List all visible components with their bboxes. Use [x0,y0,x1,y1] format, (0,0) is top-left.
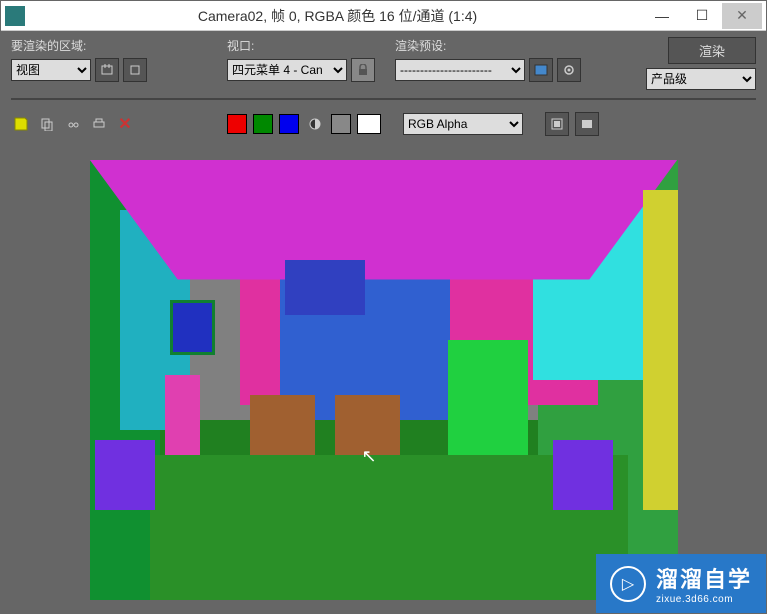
red-channel-swatch[interactable] [227,114,247,134]
region-crop-icon[interactable] [123,58,147,82]
viewport-label: 视口: [227,37,375,54]
window-title: Camera02, 帧 0, RGBA 颜色 16 位/通道 (1:4) [33,6,642,26]
clone-icon[interactable] [63,114,83,134]
alpha-toggle-icon[interactable] [305,114,325,134]
render-window: Camera02, 帧 0, RGBA 颜色 16 位/通道 (1:4) — ☐… [0,0,767,614]
close-button[interactable]: ✕ [722,3,762,29]
green-channel-swatch[interactable] [253,114,273,134]
toolbar-separator [11,98,756,100]
titlebar: Camera02, 帧 0, RGBA 颜色 16 位/通道 (1:4) — ☐… [1,1,766,31]
region-lock-icon[interactable] [95,58,119,82]
preset-image-icon[interactable] [529,58,553,82]
app-icon [5,6,25,26]
render-preview[interactable]: ↖ [90,160,678,600]
chair [250,395,315,455]
white-swatch[interactable] [357,114,381,134]
render-area-section: 要渲染的区域: 视图 [11,37,147,82]
render-output-section: 渲染 产品级 [646,37,756,90]
viewport-area: ↖ ▷ 溜溜自学 zixue.3d66.com [1,146,766,613]
viewport-select[interactable]: 四元菜单 4 - Can [227,59,347,81]
preset-label: 渲染预设: [395,37,581,54]
clear-icon[interactable]: ✕ [115,114,135,134]
watermark-title: 溜溜自学 [656,562,752,594]
cabinet [165,375,200,455]
chair [335,395,400,455]
lamp [553,440,613,510]
settings-icon[interactable] [557,58,581,82]
chandelier [285,260,365,315]
ceiling [90,160,678,280]
toolbar-area: 要渲染的区域: 视图 视口: 四元 [1,31,766,146]
blue-channel-swatch[interactable] [279,114,299,134]
window-controls: — ☐ ✕ [642,3,762,29]
render-scene [90,160,678,600]
preset-section: 渲染预设: ----------------------- [395,37,581,82]
display-mode-a-icon[interactable] [545,112,569,136]
save-icon[interactable] [11,114,31,134]
channel-select[interactable]: RGB Alpha [403,113,523,135]
curtain [643,190,678,510]
picture-frame [170,300,215,355]
watermark: ▷ 溜溜自学 zixue.3d66.com [596,554,766,613]
toolbar-row-2: ✕ RGB Alpha [11,108,756,140]
toolbar-row-1: 要渲染的区域: 视图 视口: 四元 [11,37,756,90]
render-area-label: 要渲染的区域: [11,37,147,54]
preset-select[interactable]: ----------------------- [395,59,525,81]
output-select[interactable]: 产品级 [646,68,756,90]
play-icon: ▷ [610,566,646,602]
render-area-select[interactable]: 视图 [11,59,91,81]
maximize-button[interactable]: ☐ [682,3,722,29]
lock-icon[interactable] [351,58,375,82]
print-icon[interactable] [89,114,109,134]
side-panel [448,340,528,455]
minimize-button[interactable]: — [642,3,682,29]
viewport-section: 视口: 四元菜单 4 - Can [227,37,375,82]
watermark-url: zixue.3d66.com [656,594,752,605]
display-mode-b-icon[interactable] [575,112,599,136]
copy-icon[interactable] [37,114,57,134]
lamp [95,440,155,510]
mono-swatch[interactable] [331,114,351,134]
render-button[interactable]: 渲染 [668,37,756,64]
